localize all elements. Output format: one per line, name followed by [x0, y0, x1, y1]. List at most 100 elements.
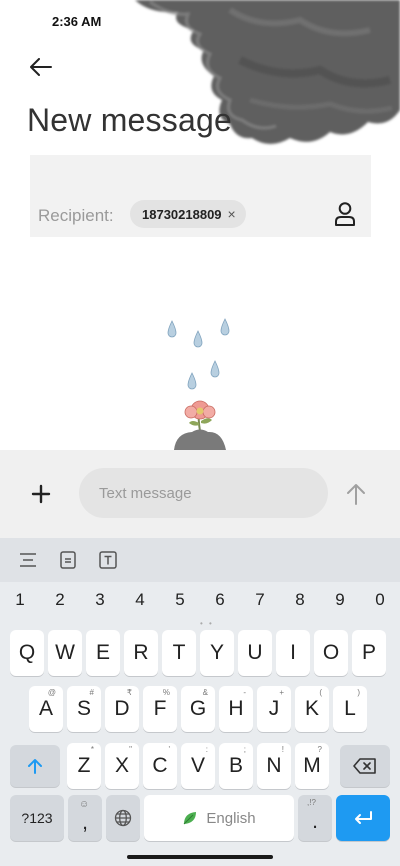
key-j-label: J: [268, 697, 280, 720]
key-j[interactable]: + J: [257, 686, 291, 732]
keyboard-page-dots: • •: [200, 619, 214, 628]
key-s[interactable]: # S: [67, 686, 101, 732]
backspace-icon: [353, 758, 376, 774]
number-key-7[interactable]: 7: [248, 590, 272, 610]
key-m[interactable]: ? M: [295, 743, 329, 789]
person-icon: [335, 202, 355, 226]
key-o-label: O: [322, 641, 340, 664]
key-v[interactable]: :V: [181, 743, 215, 789]
period-sub: ,!?: [307, 798, 316, 807]
globe-key[interactable]: [106, 795, 140, 841]
key-f-label: F: [153, 697, 167, 720]
space-key[interactable]: English: [144, 795, 294, 841]
key-u[interactable]: U: [238, 630, 272, 676]
key-y-label: Y: [209, 641, 224, 664]
key-r-label: R: [133, 641, 149, 664]
wifi-icon: [326, 15, 342, 27]
key-b-label: B: [228, 754, 243, 777]
key-a-label: A: [38, 697, 53, 720]
key-p-label: P: [361, 641, 376, 664]
recipient-box[interactable]: Recipient: 18730218809 ×: [30, 155, 371, 237]
add-attachment-button[interactable]: [30, 483, 52, 505]
back-button[interactable]: [28, 54, 54, 80]
key-s-label: S: [76, 697, 91, 720]
key-d-label: D: [114, 697, 130, 720]
chip-remove-icon[interactable]: ×: [228, 207, 236, 221]
number-key-8[interactable]: 8: [288, 590, 312, 610]
key-z[interactable]: * Z: [67, 743, 101, 789]
number-key-2[interactable]: 2: [48, 590, 72, 610]
key-m-sub: ?: [317, 745, 322, 754]
number-key-1[interactable]: 1: [8, 590, 32, 610]
status-time: 2:36 AM: [52, 14, 102, 29]
key-w[interactable]: W: [48, 630, 82, 676]
arrow-up-icon: [347, 484, 365, 505]
number-key-3[interactable]: 3: [88, 590, 112, 610]
key-p[interactable]: P: [352, 630, 386, 676]
page-title: New message: [27, 102, 232, 138]
comma-key[interactable]: ☺ ,: [68, 795, 102, 841]
home-indicator[interactable]: [127, 855, 273, 859]
backspace-key[interactable]: [340, 745, 390, 787]
key-b[interactable]: ; B: [219, 743, 253, 789]
text-align-icon[interactable]: [18, 550, 38, 570]
key-k-label: K: [304, 697, 319, 720]
key-a[interactable]: @ A: [29, 686, 63, 732]
key-w-label: W: [55, 641, 75, 664]
period-label: .: [312, 810, 318, 833]
number-key-6[interactable]: 6: [208, 590, 232, 610]
key-g[interactable]: & G: [181, 686, 215, 732]
recipient-chip[interactable]: 18730218809 ×: [130, 200, 246, 228]
key-t[interactable]: T: [162, 630, 196, 676]
key-f-sub: %: [162, 688, 170, 697]
text-box-icon[interactable]: [98, 550, 118, 570]
key-v-sub: :: [205, 745, 208, 754]
enter-key[interactable]: [336, 795, 390, 841]
key-i[interactable]: I: [276, 630, 310, 676]
shift-arrow-icon: [28, 759, 42, 774]
key-j-sub: +: [279, 688, 284, 697]
period-key[interactable]: ,!? .: [298, 795, 332, 841]
key-h-sub: -: [243, 688, 246, 697]
number-key-9[interactable]: 9: [328, 590, 352, 610]
key-q[interactable]: Q: [10, 630, 44, 676]
symbols-key[interactable]: ?123: [10, 795, 64, 841]
shift-key[interactable]: [10, 745, 60, 787]
keyboard: 1234567890 • • ?123 ☺ , English ,!? . Q …: [0, 538, 400, 866]
key-x[interactable]: " X: [105, 743, 139, 789]
key-d-sub: ₹: [126, 688, 132, 697]
number-key-0[interactable]: 0: [368, 590, 392, 610]
number-key-4[interactable]: 4: [128, 590, 152, 610]
empty-state-illustration: [167, 318, 230, 450]
contact-picker-button[interactable]: [333, 201, 357, 227]
leaf-icon: [184, 812, 197, 825]
plus-icon: [31, 484, 51, 504]
emoji-hint-icon: ☺: [79, 799, 90, 810]
key-l[interactable]: ) L: [333, 686, 367, 732]
key-x-label: X: [114, 754, 129, 777]
key-h-label: H: [228, 697, 244, 720]
key-q-label: Q: [18, 641, 36, 664]
number-key-5[interactable]: 5: [168, 590, 192, 610]
key-k-sub: (: [319, 688, 322, 697]
compose-bar: [0, 450, 400, 538]
status-icons: [304, 15, 374, 27]
key-r[interactable]: R: [124, 630, 158, 676]
key-k[interactable]: (K: [295, 686, 329, 732]
key-n[interactable]: ! N: [257, 743, 291, 789]
key-n-sub: !: [281, 745, 284, 754]
key-f[interactable]: % F: [143, 686, 177, 732]
enter-icon: [355, 811, 372, 824]
send-button[interactable]: [345, 482, 367, 506]
key-c[interactable]: ' C: [143, 743, 177, 789]
key-y[interactable]: Y: [200, 630, 234, 676]
recipient-chip-number: 18730218809: [142, 206, 222, 222]
key-h[interactable]: -H: [219, 686, 253, 732]
key-e[interactable]: E: [86, 630, 120, 676]
key-d[interactable]: ₹ D: [105, 686, 139, 732]
key-o[interactable]: O: [314, 630, 348, 676]
globe-icon: [114, 809, 132, 827]
message-input[interactable]: [79, 468, 328, 518]
clipboard-icon[interactable]: [58, 550, 78, 570]
key-z-label: Z: [77, 754, 91, 777]
